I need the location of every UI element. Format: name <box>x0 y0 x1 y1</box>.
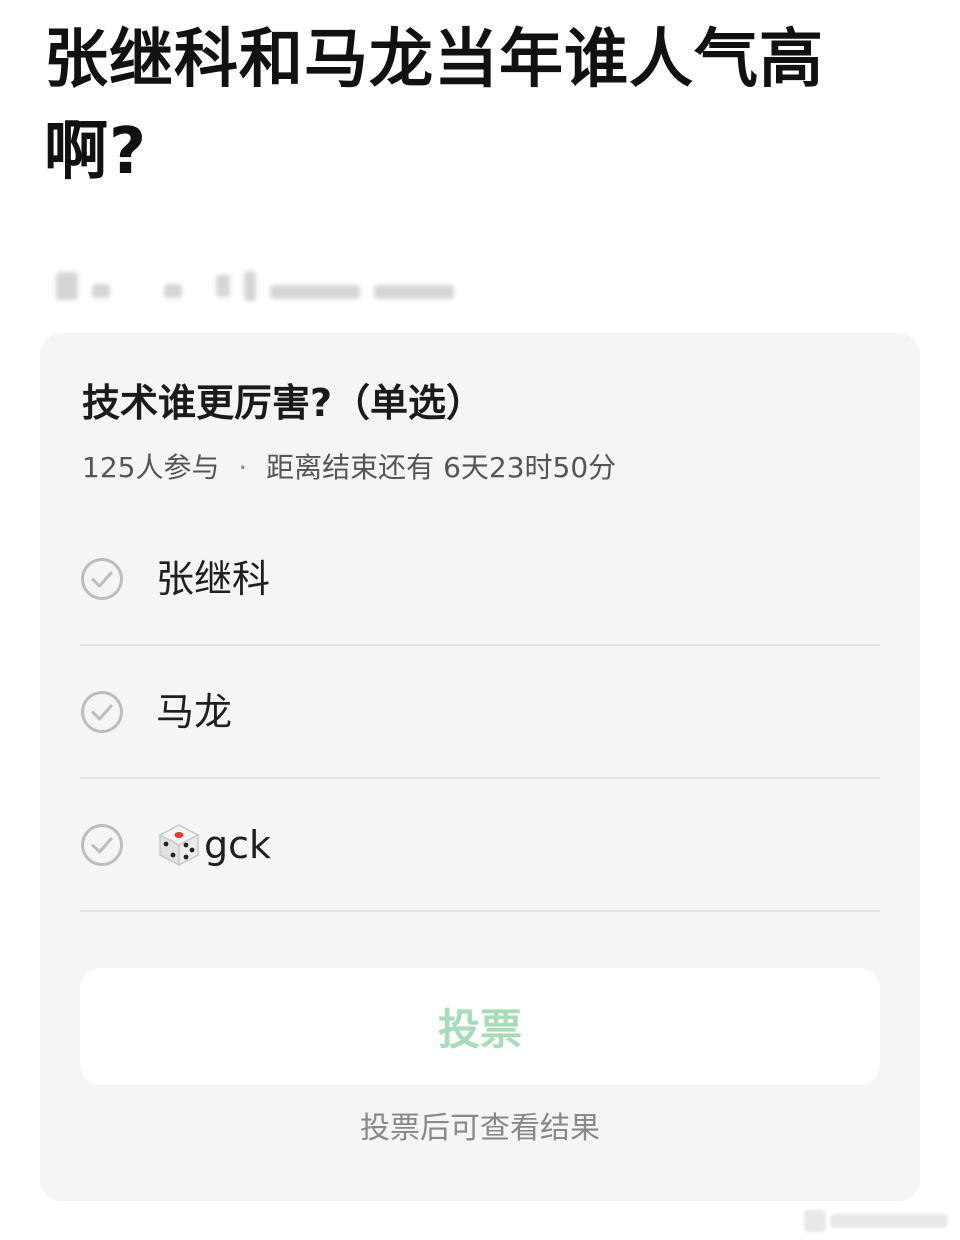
poll-option-label: 马龙 <box>156 689 233 734</box>
watermark-blurred <box>804 1206 952 1236</box>
post-page: 张继科和马龙当年谁人气高啊? 技术谁更厉害?（单选） 125人参与 · 距离结束… <box>0 0 960 1240</box>
vote-hint: 投票后可查看结果 <box>360 1111 600 1146</box>
die-icon <box>158 823 200 866</box>
post-title: 张继科和马龙当年谁人气高啊? <box>44 23 824 189</box>
blurred-meta-block <box>92 284 110 298</box>
check-circle-icon[interactable] <box>80 557 124 601</box>
blurred-meta-block <box>270 285 360 299</box>
poll-option-1[interactable]: 张继科 <box>80 513 880 646</box>
participant-count: 125人参与 <box>82 451 220 484</box>
poll-option-label-wrap: gck <box>156 820 271 870</box>
blurred-meta-block <box>244 271 256 301</box>
avatar[interactable] <box>56 272 78 300</box>
blurred-meta-block <box>164 284 182 298</box>
vote-button[interactable]: 投票 <box>80 968 880 1085</box>
time-remaining: 距离结束还有 6天23时50分 <box>266 451 617 484</box>
blurred-meta-block <box>216 275 230 297</box>
check-circle-icon[interactable] <box>80 823 124 867</box>
check-circle-icon[interactable] <box>80 690 124 734</box>
poll-option-label: gck <box>204 822 272 867</box>
poll-option-2[interactable]: 马龙 <box>80 646 880 779</box>
poll-question: 技术谁更厉害?（单选） <box>82 381 485 425</box>
blurred-meta-block <box>374 285 454 299</box>
poll-option-3[interactable]: gck <box>80 779 880 912</box>
poll-option-label: 张继科 <box>156 556 271 601</box>
meta-separator: · <box>238 451 248 484</box>
poll-card: 技术谁更厉害?（单选） 125人参与 · 距离结束还有 6天23时50分 张继科 <box>40 333 920 1201</box>
poll-meta: 125人参与 · 距离结束还有 6天23时50分 <box>82 449 616 487</box>
poll-options: 张继科 马龙 gck <box>80 513 880 912</box>
author-line-blurred <box>56 268 476 304</box>
